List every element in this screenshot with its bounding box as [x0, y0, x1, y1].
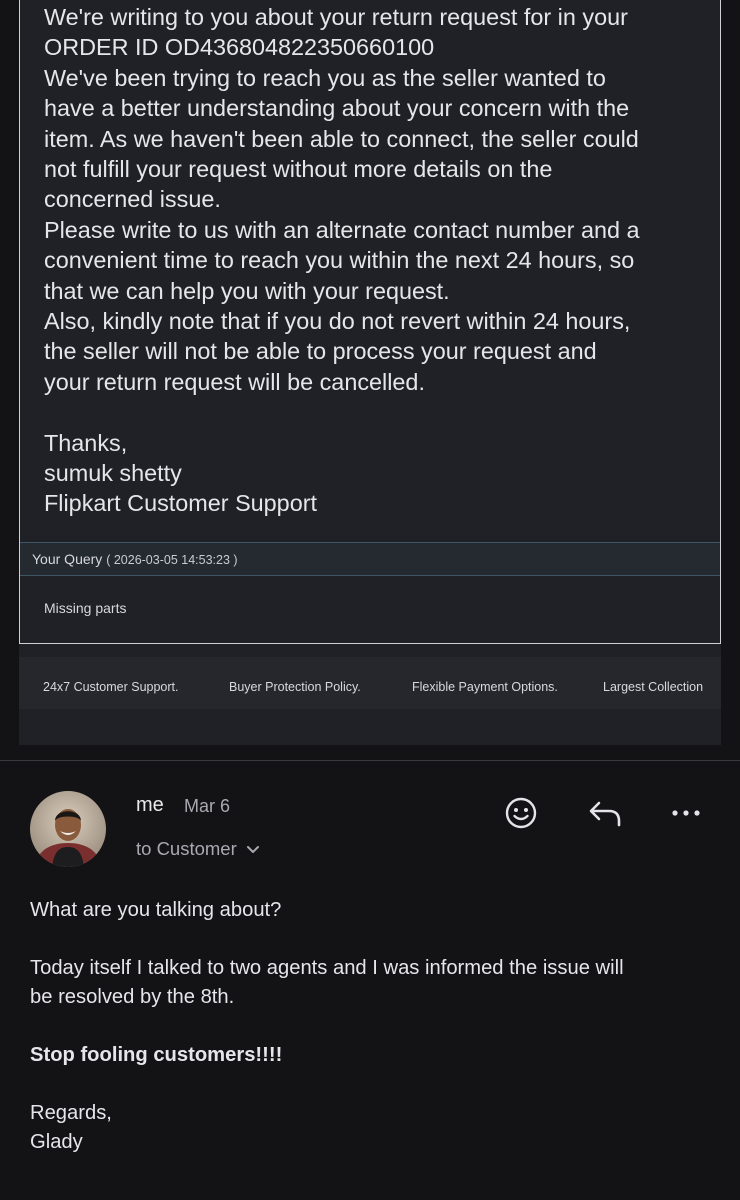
- signoff-line: sumuk shetty: [44, 460, 182, 487]
- emoji-react-icon[interactable]: [502, 794, 540, 832]
- message-date: Mar 6: [184, 796, 231, 816]
- reply-closing: Regards,: [30, 1102, 112, 1124]
- email-thread-view: We're writing to you about your return r…: [0, 0, 740, 1200]
- body-line: We've been trying to reach you as the se…: [44, 64, 606, 91]
- body-line: have a better understanding about your c…: [44, 95, 630, 122]
- quoted-email-card: We're writing to you about your return r…: [19, 0, 721, 644]
- body-line: concerned issue.: [44, 186, 221, 213]
- query-timestamp: ( 2026-03-05 14:53:23 ): [106, 553, 238, 567]
- chevron-down-icon: [246, 846, 259, 853]
- recipient-label: to Customer: [136, 838, 237, 859]
- body-line: We're writing to you about your return r…: [44, 4, 628, 30]
- query-label: Your Query: [32, 551, 103, 567]
- feature-item: Flexible Payment Options.: [412, 680, 558, 694]
- body-line: convenient time to reach you within the …: [44, 247, 635, 274]
- query-text: Missing parts: [44, 600, 127, 616]
- reply-paragraph: What are you talking about?: [30, 899, 282, 921]
- body-line: the seller will not be able to process y…: [44, 338, 597, 365]
- reply-signature: Glady: [30, 1131, 83, 1153]
- avatar[interactable]: [30, 791, 106, 867]
- signoff-line: Flipkart Customer Support: [44, 490, 317, 517]
- feature-item: Buyer Protection Policy.: [229, 680, 361, 694]
- feature-item: 24x7 Customer Support.: [43, 680, 179, 694]
- signoff-line: Thanks,: [44, 429, 128, 456]
- body-line: not fulfill your request without more de…: [44, 156, 553, 183]
- quoted-email: We're writing to you about your return r…: [19, 0, 721, 745]
- quoted-email-body: We're writing to you about your return r…: [44, 2, 714, 519]
- body-line: Please write to us with an alternate con…: [44, 216, 640, 243]
- order-id-line: ORDER ID OD436804822350660100: [44, 34, 435, 61]
- feature-item: Largest Collection: [603, 680, 704, 694]
- sender-name: me: [136, 794, 164, 816]
- feature-strip: 24x7 Customer Support. Buyer Protection …: [19, 657, 721, 709]
- body-line: that we can help you with your request.: [44, 277, 450, 304]
- body-line: your return request will be cancelled.: [44, 368, 425, 395]
- query-header: Your Query ( 2026-03-05 14:53:23 ): [20, 542, 720, 576]
- reply-paragraph: be resolved by the 8th.: [30, 986, 235, 1008]
- more-options-icon[interactable]: [667, 794, 705, 832]
- reply-emphasis: Stop fooling customers!!!!: [30, 1044, 283, 1066]
- body-line: item. As we haven't been able to connect…: [44, 125, 639, 152]
- body-line: Also, kindly note that if you do not rev…: [44, 308, 631, 335]
- message-divider: [0, 760, 740, 761]
- reply-body: What are you talking about? Today itself…: [30, 896, 720, 1157]
- reply-paragraph: Today itself I talked to two agents and …: [30, 957, 624, 979]
- recipient-toggle[interactable]: to Customer: [136, 838, 263, 860]
- reply-icon[interactable]: [586, 794, 624, 832]
